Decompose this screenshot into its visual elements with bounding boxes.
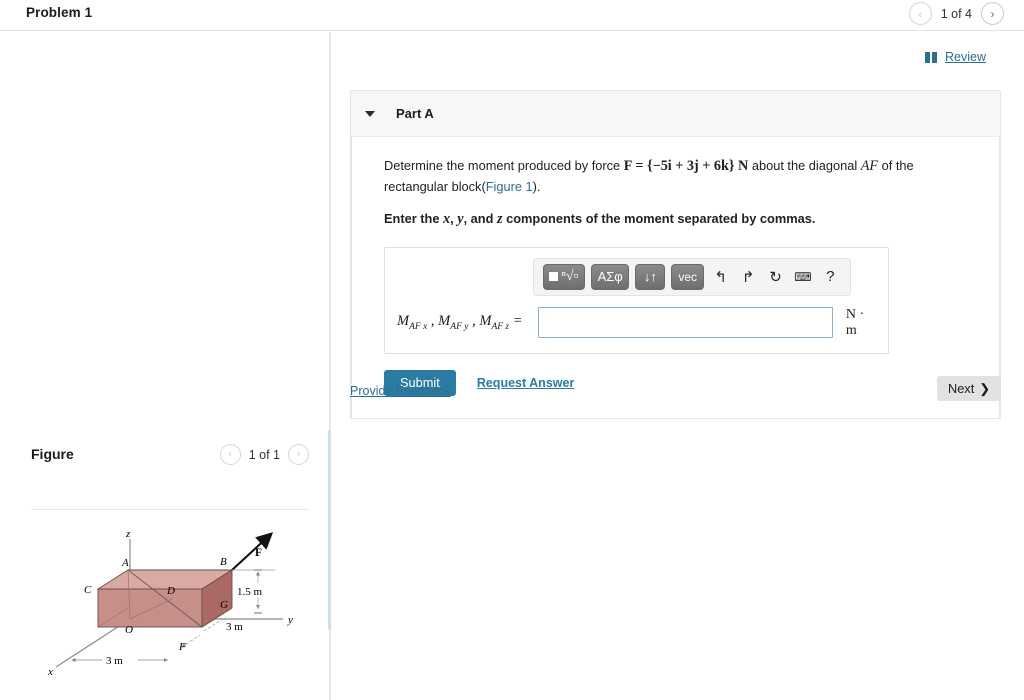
prompt-text-2: about the diagonal — [748, 158, 861, 173]
help-icon[interactable]: ? — [820, 264, 841, 290]
answer-sep-2: , — [468, 313, 480, 330]
figure-label-y: y — [287, 614, 293, 626]
answer-sub-z: AF z — [491, 322, 510, 333]
figure-label-O: O — [125, 624, 133, 636]
part-a-card: Part A Determine the moment produced by … — [350, 90, 1001, 419]
answer-row: MAF x , MAF y , MAF z = N · m — [395, 307, 878, 339]
prompt-text-4: ). — [532, 179, 541, 194]
prompt-text-1: Determine the moment produced by force — [384, 158, 624, 173]
problem-prev-button[interactable]: ‹ — [908, 2, 932, 25]
answer-sub-y: AF y — [450, 322, 469, 333]
figure-label-x: x — [47, 666, 53, 678]
answer-variable-label: MAF x , MAF y , MAF z = — [397, 313, 538, 332]
instruction-text-3: , and — [463, 210, 497, 226]
answer-sep-1: , — [427, 313, 439, 330]
part-a-header[interactable]: Part A — [351, 91, 1000, 137]
figure-label-D: D — [166, 585, 175, 597]
figure-panel: Figure ‹ 1 of 1 › A B C D O G F z y x F … — [0, 32, 330, 700]
review-label: Review — [945, 50, 986, 64]
top-bar: Problem 1 ‹ 1 of 4 › — [0, 0, 1024, 31]
figure-label-force: F — [255, 547, 262, 559]
figure-dim-height: 1.5 m — [237, 586, 263, 598]
prompt-diagonal: AF — [860, 158, 879, 174]
answer-input[interactable] — [537, 307, 833, 339]
figure-label-B: B — [220, 556, 227, 568]
figure-label-G: G — [220, 599, 228, 611]
figure-1-link[interactable]: Figure 1 — [486, 179, 533, 194]
reset-icon[interactable]: ↻ — [765, 264, 786, 290]
figure-label-F: F — [178, 641, 186, 653]
figure-pager: ‹ 1 of 1 › — [219, 444, 309, 465]
provide-feedback-link[interactable]: Provide Feedback — [350, 384, 451, 398]
figure-label-z: z — [125, 528, 131, 540]
question-instruction: Enter the x, y, and z components of the … — [384, 208, 969, 230]
block-diagram-svg: A B C D O G F z y x F 1.5 m 3 m 3 m — [47, 528, 293, 678]
figure-dim-depth: 3 m — [226, 621, 243, 633]
figure-header: Figure ‹ 1 of 1 › — [31, 444, 309, 486]
chevron-right-icon: ❯ — [979, 380, 990, 396]
greek-symbols-button[interactable]: ΑΣφ — [590, 263, 630, 290]
answer-entry-box: ⁿ√▫ ΑΣφ ↓↑ vec ↰ ↱ ↻ ⌨ ? MAF x , MAF y , — [384, 246, 889, 354]
answer-sub-x: AF x — [409, 322, 428, 333]
page-title: Problem 1 — [26, 5, 93, 20]
prompt-force-expression: F = {−5i + 3j + 6k} N — [623, 158, 749, 174]
figure-dim-width: 3 m — [106, 655, 123, 667]
answer-label-m-y: M — [438, 313, 451, 330]
next-button-label: Next — [947, 381, 975, 396]
answer-equals: = — [509, 313, 523, 330]
template-root-button[interactable]: ⁿ√▫ — [543, 263, 585, 290]
answer-unit: N · m — [845, 306, 865, 338]
book-icon — [925, 51, 938, 63]
main-content: Review Part A Determine the moment produ… — [331, 32, 1024, 700]
problem-pager-label: 1 of 4 — [940, 6, 972, 21]
instruction-text-4: components of the moment separated by co… — [502, 210, 816, 226]
footer-row: Provide Feedback Next ❯ — [350, 376, 1001, 412]
sort-arrows-button[interactable]: ↓↑ — [635, 263, 666, 290]
figure-divider — [31, 509, 309, 510]
page-root: Problem 1 ‹ 1 of 4 › Figure ‹ 1 of 1 › A… — [0, 0, 1024, 700]
redo-icon[interactable]: ↱ — [737, 264, 758, 290]
problem-next-button[interactable]: › — [981, 2, 1004, 25]
figure-next-button[interactable]: › — [288, 444, 309, 465]
math-toolbar: ⁿ√▫ ΑΣφ ↓↑ vec ↰ ↱ ↻ ⌨ ? — [533, 257, 851, 296]
undo-icon[interactable]: ↰ — [710, 264, 731, 290]
answer-label-m-z: M — [479, 313, 492, 330]
figure-prev-button[interactable]: ‹ — [219, 444, 241, 465]
figure-label-C: C — [84, 584, 92, 596]
figure-diagram[interactable]: A B C D O G F z y x F 1.5 m 3 m 3 m — [30, 527, 320, 700]
review-link[interactable]: Review — [925, 50, 986, 64]
question-text: Determine the moment produced by force F… — [352, 155, 999, 230]
part-a-label: Part A — [396, 106, 434, 121]
figure-pager-label: 1 of 1 — [248, 447, 280, 462]
keyboard-icon[interactable]: ⌨ — [792, 264, 813, 290]
vector-button[interactable]: vec — [671, 263, 704, 290]
figure-label-A: A — [121, 557, 129, 569]
answer-label-m-x: M — [397, 313, 410, 330]
instruction-text-1: Enter the — [384, 210, 444, 226]
problem-pager: ‹ 1 of 4 › — [908, 2, 1004, 25]
caret-down-icon[interactable] — [365, 110, 375, 117]
next-button[interactable]: Next ❯ — [936, 376, 1001, 401]
